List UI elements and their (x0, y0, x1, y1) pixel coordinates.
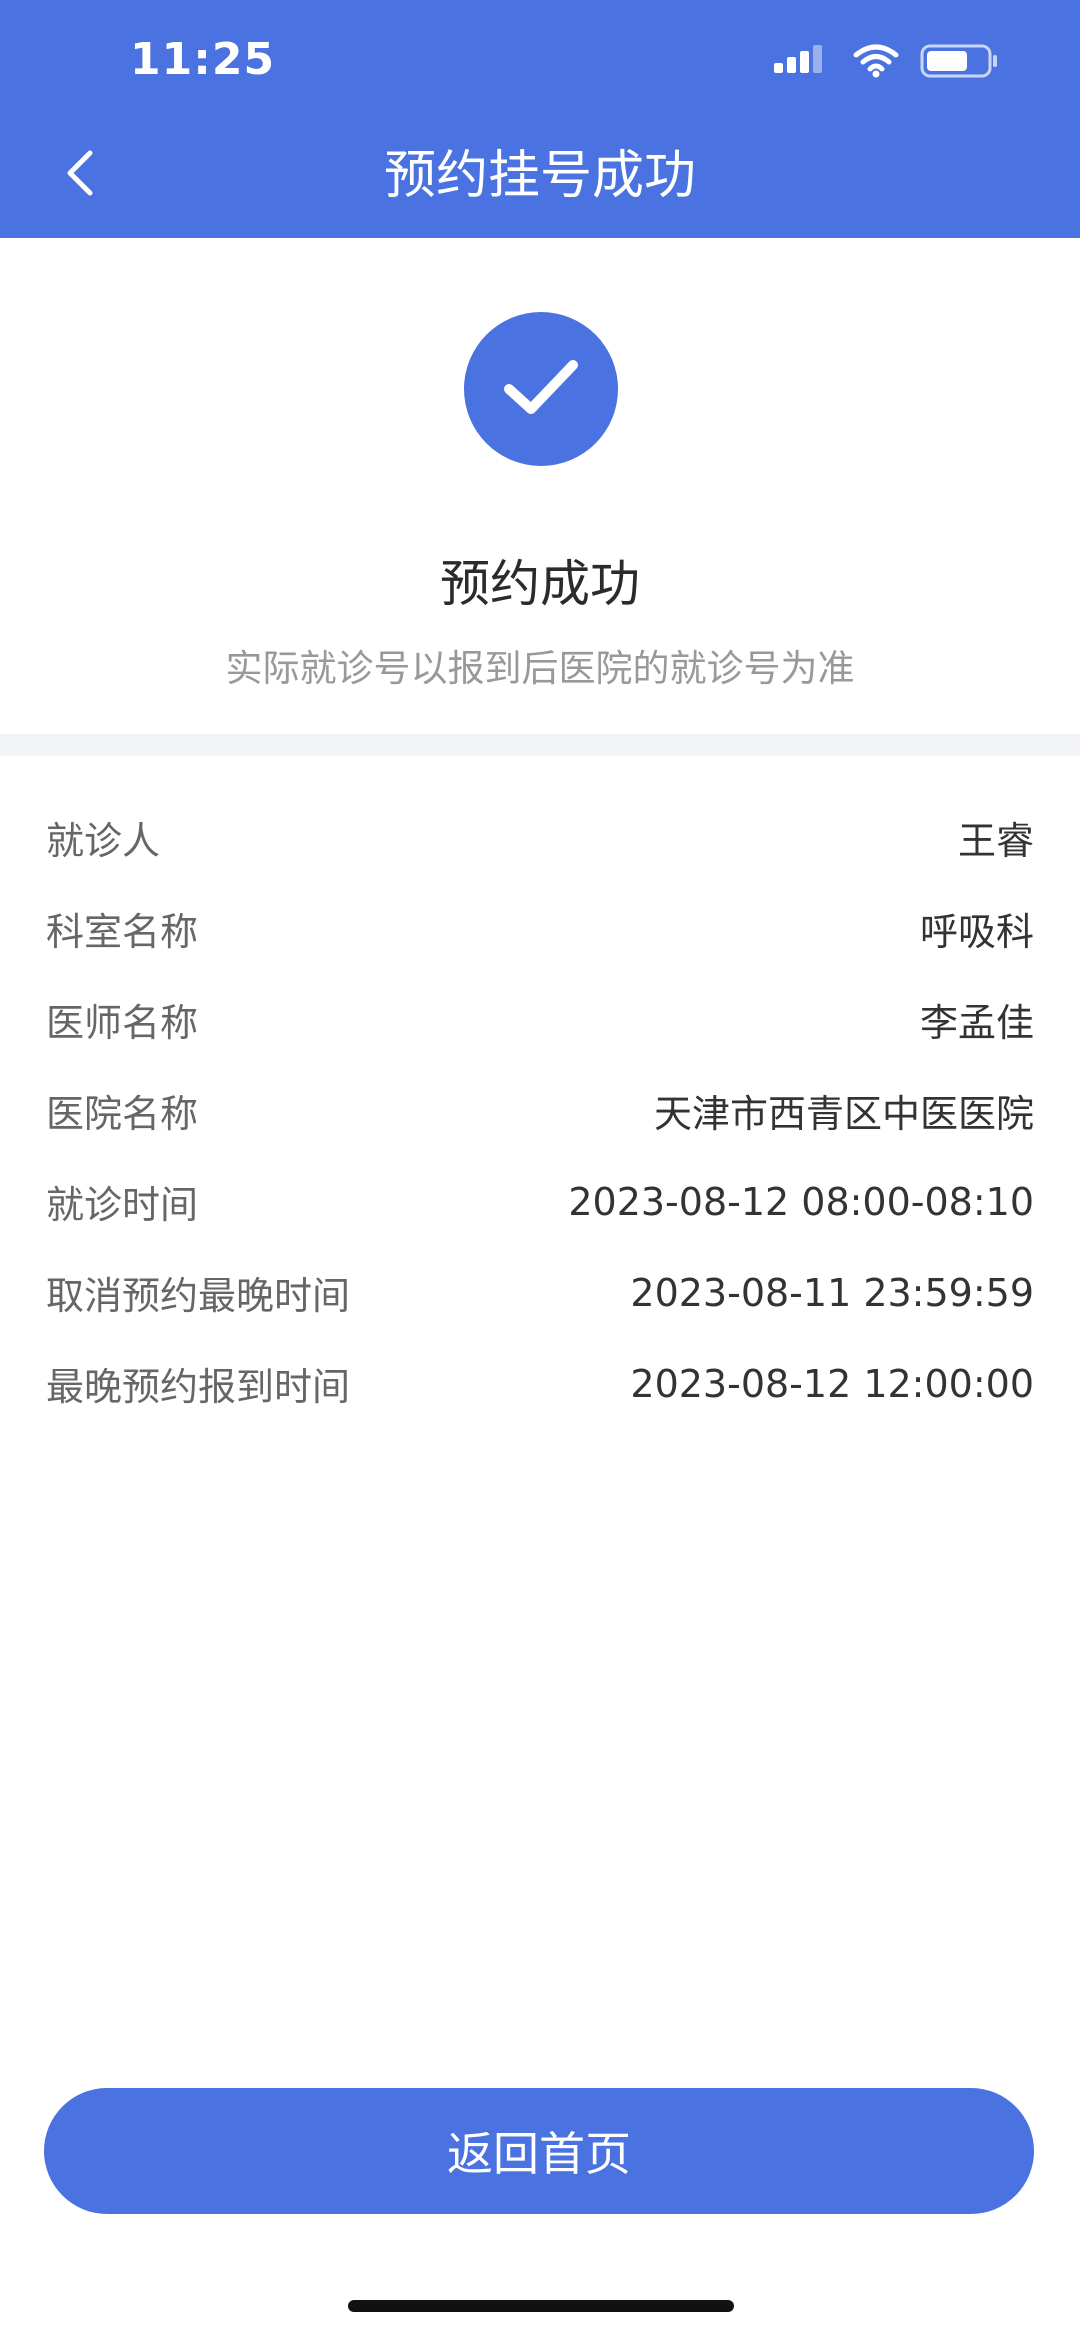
detail-row-patient: 就诊人 王睿 (46, 792, 1034, 883)
detail-row-doctor: 医师名称 李孟佳 (46, 974, 1034, 1065)
detail-value: 2023-08-12 08:00-08:10 (568, 1179, 1034, 1224)
detail-label: 科室名称 (46, 910, 199, 954)
success-badge (464, 312, 618, 466)
app-header: 11:25 预约挂号成功 (0, 0, 1080, 238)
detail-label: 取消预约最晚时间 (46, 1274, 351, 1318)
detail-label: 医师名称 (46, 1001, 199, 1045)
detail-value: 天津市西青区中医医院 (653, 1092, 1034, 1136)
detail-row-hospital: 医院名称 天津市西青区中医医院 (46, 1065, 1034, 1156)
detail-row-cancel-deadline: 取消预约最晚时间 2023-08-11 23:59:59 (46, 1247, 1034, 1338)
check-icon (501, 357, 581, 421)
detail-value: 2023-08-12 12:00:00 (630, 1361, 1034, 1406)
cellular-signal-icon (774, 43, 832, 83)
status-time: 11:25 (130, 34, 276, 85)
appointment-details: 就诊人 王睿 科室名称 呼吸科 医师名称 李孟佳 医院名称 天津市西青区中医医院… (46, 792, 1034, 1429)
detail-label: 最晚预约报到时间 (46, 1365, 351, 1409)
detail-value: 李孟佳 (919, 1001, 1034, 1045)
detail-label: 就诊人 (46, 819, 161, 863)
success-section: 预约成功 实际就诊号以报到后医院的就诊号为准 (0, 238, 1080, 734)
home-indicator[interactable] (348, 2300, 734, 2312)
detail-value: 2023-08-11 23:59:59 (630, 1270, 1034, 1315)
section-divider (0, 734, 1080, 756)
return-home-button[interactable]: 返回首页 (44, 2088, 1034, 2214)
success-subtitle: 实际就诊号以报到后医院的就诊号为准 (225, 647, 855, 690)
wifi-icon (852, 43, 900, 83)
battery-icon (920, 43, 1000, 83)
detail-row-checkin-deadline: 最晚预约报到时间 2023-08-12 12:00:00 (46, 1338, 1034, 1429)
status-icons (774, 38, 1000, 88)
detail-label: 就诊时间 (46, 1183, 199, 1227)
detail-row-visit-time: 就诊时间 2023-08-12 08:00-08:10 (46, 1156, 1034, 1247)
detail-value: 王睿 (957, 819, 1034, 863)
detail-label: 医院名称 (46, 1092, 199, 1136)
page-title: 预约挂号成功 (383, 146, 696, 206)
detail-value: 呼吸科 (919, 910, 1034, 954)
detail-row-department: 科室名称 呼吸科 (46, 883, 1034, 974)
success-title: 预约成功 (440, 555, 640, 613)
